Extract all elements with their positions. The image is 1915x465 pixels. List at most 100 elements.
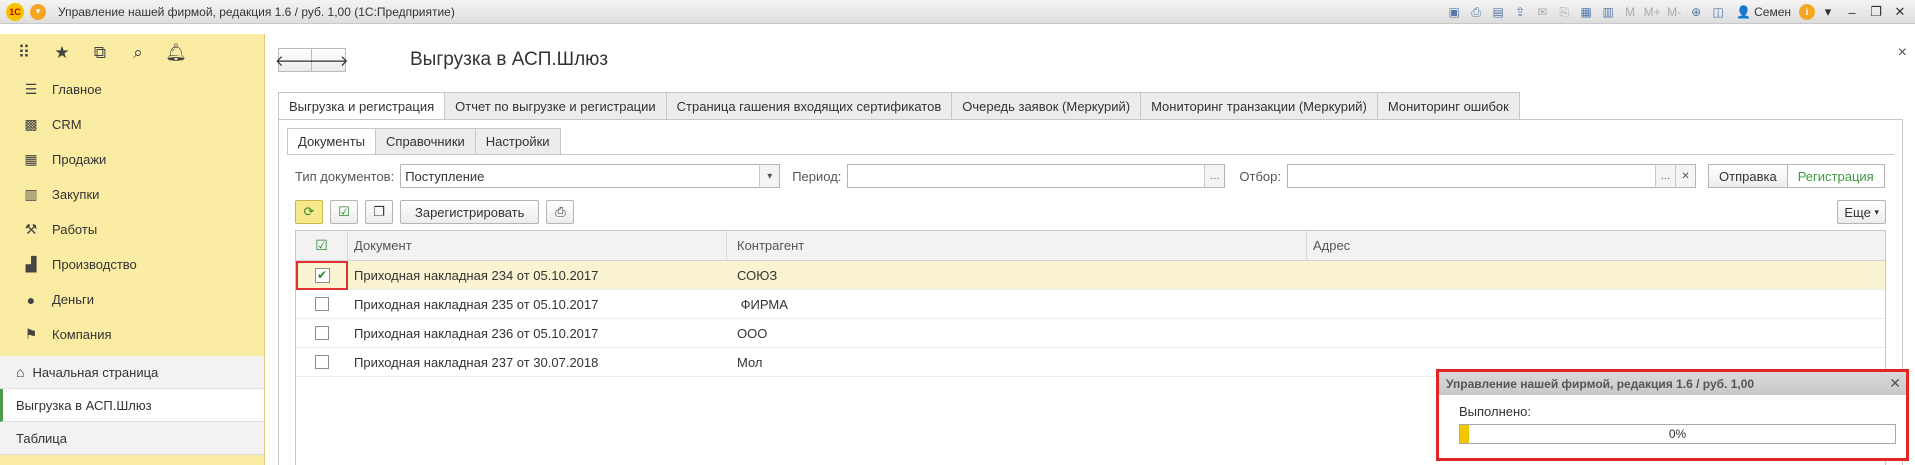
apps-grid-icon[interactable]: ⠿ <box>14 43 34 63</box>
tab-request-queue[interactable]: Очередь заявок (Меркурий) <box>952 92 1142 120</box>
column-counterparty[interactable]: Контрагент <box>727 231 1307 260</box>
period-field[interactable]: … <box>847 164 1226 188</box>
mode-send-button[interactable]: Отправка <box>1708 164 1788 188</box>
register-button[interactable]: Зарегистрировать <box>400 200 540 224</box>
progress-bar: 0% <box>1459 424 1896 444</box>
panels-icon[interactable]: ◫ <box>1708 2 1728 22</box>
history-icon[interactable]: ⧉ <box>90 43 110 63</box>
bell-icon[interactable]: 🔔︎ <box>165 43 187 63</box>
attach-icon[interactable]: ⎘ <box>1554 2 1574 22</box>
mail-icon[interactable]: ✉ <box>1532 2 1552 22</box>
sidebar-item-company[interactable]: ⚑ Компания <box>0 317 264 352</box>
refresh-button[interactable]: ⟳ <box>295 200 323 224</box>
favorites-star-icon[interactable]: ★ <box>52 43 72 63</box>
current-user[interactable]: 👤 Семен <box>1730 5 1797 19</box>
sub-tabs: Документы Справочники Настройки <box>287 128 561 155</box>
sidebar-item-works[interactable]: ⚒ Работы <box>0 212 264 247</box>
memory-mminus-icon[interactable]: M- <box>1664 2 1684 22</box>
row-checkbox-cell[interactable] <box>296 290 348 318</box>
row-checkbox-cell[interactable] <box>296 319 348 347</box>
checkbox[interactable] <box>315 297 329 311</box>
table-row[interactable]: Приходная накладная 235 от 05.10.2017 ФИ… <box>296 290 1885 319</box>
print-button[interactable]: ⎙ <box>546 200 575 224</box>
sidebar-item-main[interactable]: ☰ Главное <box>0 72 264 107</box>
row-checkbox-cell[interactable] <box>296 348 348 376</box>
mode-register-button[interactable]: Регистрация <box>1787 164 1885 188</box>
tab-transaction-monitoring[interactable]: Мониторинг транзакции (Меркурий) <box>1141 92 1378 120</box>
column-address[interactable]: Адрес <box>1307 231 1885 260</box>
uncheck-all-button[interactable]: ❐ <box>365 200 393 224</box>
main-menu-icon[interactable]: ▾ <box>30 3 46 20</box>
list-icon: ☰ <box>24 81 38 97</box>
close-form-icon[interactable]: × <box>1898 44 1907 62</box>
memory-mplus-icon[interactable]: M+ <box>1642 2 1662 22</box>
arrow-right-icon: 🡒 <box>308 52 349 70</box>
flag-icon: ⚑ <box>24 326 38 342</box>
settings-chevron-icon[interactable]: ▾ <box>1817 4 1839 20</box>
cell-document: Приходная накладная 235 от 05.10.2017 <box>354 296 599 312</box>
table-row[interactable]: Приходная накладная 236 от 05.10.2017 ОО… <box>296 319 1885 348</box>
filter-select-icon[interactable]: … <box>1655 165 1676 187</box>
column-document[interactable]: Документ <box>348 231 727 260</box>
back-button[interactable]: 🡐 <box>275 48 315 72</box>
sidebar-item-label: Компания <box>52 327 112 342</box>
close-window-button[interactable]: ✕ <box>1889 4 1911 20</box>
tab-documents[interactable]: Документы <box>287 128 377 155</box>
sidebar-item-label: Работы <box>52 222 98 237</box>
filter-clear-icon[interactable]: ✕ <box>1675 165 1696 187</box>
sidebar-item-crm[interactable]: ▩ CRM <box>0 107 264 142</box>
calendar-icon[interactable]: ▥ <box>1598 2 1618 22</box>
more-button[interactable]: Еще ▾ <box>1837 200 1886 224</box>
window-title: Управление нашей фирмой, редакция 1.6 / … <box>58 4 455 19</box>
tab-error-monitoring[interactable]: Мониторинг ошибок <box>1377 92 1520 120</box>
save-icon[interactable]: ▣ <box>1444 2 1464 22</box>
sidebar-item-sales[interactable]: ▦ Продажи <box>0 142 264 177</box>
forward-button[interactable]: 🡒 <box>308 48 349 72</box>
memory-m-icon[interactable]: M <box>1620 2 1640 22</box>
open-window-label: Выгрузка в АСП.Шлюз <box>16 397 152 413</box>
period-select-icon[interactable]: … <box>1204 165 1225 187</box>
doc-type-value: Поступление <box>405 168 485 184</box>
dropdown-icon[interactable]: ▾ <box>759 165 780 187</box>
filter-field[interactable]: … ✕ <box>1287 164 1697 188</box>
tab-export-report[interactable]: Отчет по выгрузке и регистрации <box>445 92 667 120</box>
info-icon[interactable]: i <box>1799 4 1815 20</box>
print-icon[interactable]: ⎙ <box>1466 2 1486 22</box>
progress-body: Выполнено: 0% <box>1439 395 1906 444</box>
cell-address <box>1307 261 1885 289</box>
open-window-home[interactable]: ⌂ Начальная страница <box>0 356 264 389</box>
mode-switch: Отправка Регистрация <box>1708 164 1885 188</box>
maximize-button[interactable]: ❐ <box>1865 4 1887 20</box>
tab-certificates[interactable]: Страница гашения входящих сертификатов <box>666 92 953 120</box>
sidebar-item-production[interactable]: ▟ Производство <box>0 247 264 282</box>
app-logo-icon[interactable]: 1С <box>6 2 24 21</box>
tab-catalogs[interactable]: Справочники <box>376 128 476 155</box>
open-window-table[interactable]: Таблица <box>0 422 264 455</box>
row-checkbox-cell[interactable]: ✔ <box>296 260 348 290</box>
table-row[interactable]: ✔ Приходная накладная 234 от 05.10.2017 … <box>296 260 1885 290</box>
focused-cell[interactable]: ✔ <box>296 260 348 290</box>
checkbox-checked[interactable]: ✔ <box>314 267 330 283</box>
sidebar-item-purchases[interactable]: ▥ Закупки <box>0 177 264 212</box>
header-check-icon[interactable]: ☑ <box>296 231 348 260</box>
close-icon[interactable]: ✕ <box>1889 375 1901 392</box>
contacts-icon: ▩ <box>24 116 38 132</box>
check-all-button[interactable]: ☑ <box>330 200 358 224</box>
tab-settings[interactable]: Настройки <box>475 128 561 155</box>
tab-export-registration[interactable]: Выгрузка и регистрация <box>278 92 446 120</box>
doc-type-select[interactable]: Поступление ▾ <box>400 164 781 188</box>
calculator-icon[interactable]: ▦ <box>1576 2 1596 22</box>
sidebar-item-label: Производство <box>52 257 137 272</box>
minimize-button[interactable]: – <box>1841 5 1863 20</box>
checkbox[interactable] <box>315 326 329 340</box>
upload-icon[interactable]: ⇪ <box>1510 2 1530 22</box>
history-nav: 🡐 🡒 <box>275 48 349 72</box>
search-icon[interactable]: ⌕ <box>128 43 148 63</box>
preview-icon[interactable]: ▤ <box>1488 2 1508 22</box>
money-icon: ● <box>26 291 36 308</box>
checkbox[interactable] <box>315 355 329 369</box>
zoom-icon[interactable]: ⊕ <box>1686 2 1706 22</box>
sidebar-item-money[interactable]: ● Деньги <box>0 282 264 317</box>
open-window-export[interactable]: Выгрузка в АСП.Шлюз <box>0 389 264 422</box>
page-title: Выгрузка в АСП.Шлюз <box>410 49 609 70</box>
